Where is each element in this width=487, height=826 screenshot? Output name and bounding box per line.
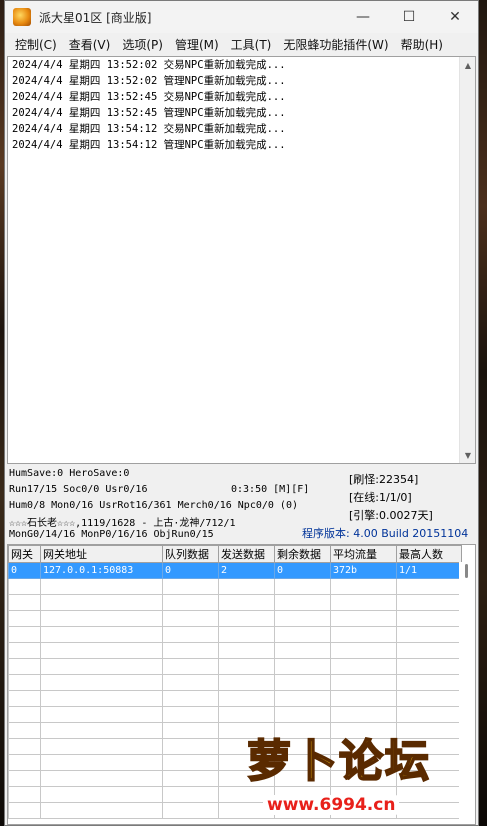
menu-help[interactable]: 帮助(H) xyxy=(395,36,449,53)
menu-plugin[interactable]: 无限蜂功能插件(W) xyxy=(277,36,394,53)
server-window: 派大星01区 [商业版] — ☐ ✕ 控制(C) 查看(V) 选项(P) 管理(… xyxy=(4,0,479,826)
mon-status: MonG0/14/16 MonP0/16/16 ObjRun0/15 xyxy=(9,529,214,540)
menu-view[interactable]: 查看(V) xyxy=(63,36,117,53)
log-line: 2024/4/4 星期四 13:52:45 管理NPC重新加载完成... xyxy=(12,107,286,119)
cell-sent: 2 xyxy=(218,562,275,579)
menu-options[interactable]: 选项(P) xyxy=(116,36,169,53)
log-textbox[interactable]: 2024/4/4 星期四 13:52:02 交易NPC重新加载完成... 202… xyxy=(7,56,476,464)
uptime-status: 0:3:50 [M][F] xyxy=(231,484,310,495)
empty-row xyxy=(8,786,462,803)
empty-row xyxy=(8,754,462,771)
column-header-gateway[interactable]: 网关 xyxy=(8,545,41,563)
brush-count: [刷怪:22354] xyxy=(349,473,419,486)
menu-manage[interactable]: 管理(M) xyxy=(169,36,225,53)
empty-row xyxy=(8,770,462,787)
menu-control[interactable]: 控制(C) xyxy=(9,36,63,53)
run-status: Run17/15 Soc0/0 Usr0/16 xyxy=(9,484,148,495)
close-button[interactable]: ✕ xyxy=(432,1,478,33)
table-row[interactable]: 0 127.0.0.1:50883 0 2 0 372b 1/1 xyxy=(8,562,462,579)
column-header-remaining[interactable]: 剩余数据 xyxy=(274,545,331,563)
menu-tools[interactable]: 工具(T) xyxy=(225,36,278,53)
version-label: 程序版本: 4.00 Build 20151104 xyxy=(302,527,469,540)
menu-bar: 控制(C) 查看(V) 选项(P) 管理(M) 工具(T) 无限蜂功能插件(W)… xyxy=(5,33,478,55)
log-line: 2024/4/4 星期四 13:52:02 管理NPC重新加载完成... xyxy=(12,75,286,87)
log-line: 2024/4/4 星期四 13:54:12 管理NPC重新加载完成... xyxy=(12,139,286,151)
cell-address: 127.0.0.1:50883 xyxy=(40,562,163,579)
boss-status: ☆☆☆石长老☆☆☆,1119/1628 - 上古·龙神/712/1 xyxy=(9,518,236,529)
save-status: HumSave:0 HeroSave:0 xyxy=(9,468,130,479)
cell-avg-traffic: 372b xyxy=(330,562,397,579)
cell-queue: 0 xyxy=(162,562,219,579)
scroll-down-icon[interactable]: ▼ xyxy=(460,447,475,463)
log-line: 2024/4/4 星期四 13:52:02 交易NPC重新加载完成... xyxy=(12,59,286,71)
empty-row xyxy=(8,658,462,675)
gateway-grid[interactable]: 网关 网关地址 队列数据 发送数据 剩余数据 平均流量 最高人数 0 127.0… xyxy=(7,544,476,825)
app-icon xyxy=(13,8,31,26)
log-lines: 2024/4/4 星期四 13:52:02 交易NPC重新加载完成... 202… xyxy=(12,57,286,153)
column-header-avg-traffic[interactable]: 平均流量 xyxy=(330,545,397,563)
empty-row xyxy=(8,690,462,707)
gateway-table: 网关 网关地址 队列数据 发送数据 剩余数据 平均流量 最高人数 0 127.0… xyxy=(8,545,462,819)
column-header-address[interactable]: 网关地址 xyxy=(40,545,163,563)
empty-row xyxy=(8,578,462,595)
empty-row xyxy=(8,642,462,659)
minimize-button[interactable]: — xyxy=(340,1,386,33)
empty-row xyxy=(8,610,462,627)
empty-row xyxy=(8,722,462,739)
column-header-max-users[interactable]: 最高人数 xyxy=(396,545,462,563)
cell-remaining: 0 xyxy=(274,562,331,579)
cell-gateway: 0 xyxy=(8,562,41,579)
engine-days: [引擎:0.0027天] xyxy=(349,509,433,522)
online-count: [在线:1/1/0] xyxy=(349,491,412,504)
empty-row xyxy=(8,706,462,723)
title-bar[interactable]: 派大星01区 [商业版] — ☐ ✕ xyxy=(5,1,478,33)
log-scrollbar[interactable]: ▲ ▼ xyxy=(459,57,475,463)
scroll-up-icon[interactable]: ▲ xyxy=(460,57,475,73)
window-title: 派大星01区 [商业版] xyxy=(39,10,152,25)
maximize-button[interactable]: ☐ xyxy=(386,1,432,33)
log-line: 2024/4/4 星期四 13:52:45 交易NPC重新加载完成... xyxy=(12,91,286,103)
grid-scroll-thumb[interactable] xyxy=(465,564,468,578)
column-header-queue[interactable]: 队列数据 xyxy=(162,545,219,563)
empty-row xyxy=(8,802,462,819)
empty-row xyxy=(8,626,462,643)
column-header-sent[interactable]: 发送数据 xyxy=(218,545,275,563)
grid-scrollbar[interactable] xyxy=(459,562,475,824)
empty-row xyxy=(8,594,462,611)
empty-row xyxy=(8,674,462,691)
log-line: 2024/4/4 星期四 13:54:12 交易NPC重新加载完成... xyxy=(12,123,286,135)
hum-status: Hum0/8 Mon0/16 UsrRot16/361 Merch0/16 Np… xyxy=(9,500,298,511)
status-panel: HumSave:0 HeroSave:0 Run17/15 Soc0/0 Usr… xyxy=(7,466,476,544)
empty-row xyxy=(8,738,462,755)
cell-max-users: 1/1 xyxy=(396,562,462,579)
